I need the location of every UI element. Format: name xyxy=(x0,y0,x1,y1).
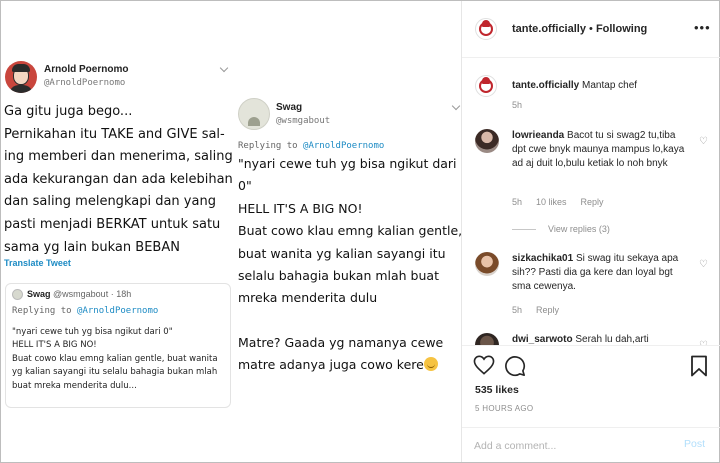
quote-text: "nyari cewe tuh yg bisa ngikut dari 0" H… xyxy=(12,327,218,391)
ellipsis-icon[interactable]: ••• xyxy=(694,21,710,36)
tweet-avatar xyxy=(238,98,270,130)
account-avatar[interactable] xyxy=(475,18,497,40)
account-username[interactable]: tante.officially xyxy=(512,23,586,35)
post-image: Arnold Poernomo @ArnoldPoernomo Ga gitu … xyxy=(1,1,461,462)
account-avatar[interactable] xyxy=(475,75,497,97)
avatar[interactable] xyxy=(475,252,499,276)
quote-replying-to: Replying to @ArnoldPoernomo xyxy=(12,306,159,316)
heart-icon[interactable] xyxy=(473,355,495,375)
tweet-author-name: Arnold Poernomo xyxy=(44,64,129,75)
chevron-down-icon xyxy=(219,63,229,73)
quoted-tweet: Swag @wsmgabout · 18h Replying to @Arnol… xyxy=(5,283,231,408)
view-replies-button[interactable]: View replies (3) xyxy=(512,224,610,234)
comment-username[interactable]: sizkachika01 xyxy=(512,253,573,264)
tweet-author-handle: @ArnoldPoernomo xyxy=(44,78,126,88)
comment-username[interactable]: lowrieanda xyxy=(512,130,564,141)
small-heart-icon[interactable]: ♡ xyxy=(699,137,709,147)
likes-count[interactable]: 535 likes xyxy=(475,384,519,396)
quote-header: Swag @wsmgabout · 18h xyxy=(27,289,132,299)
following-button[interactable]: Following xyxy=(596,23,647,35)
post-date: 5 HOURS AGO xyxy=(475,404,534,413)
speech-bubble-icon[interactable] xyxy=(504,355,526,377)
chevron-down-icon xyxy=(451,101,461,111)
add-comment-bar: Post xyxy=(462,427,720,462)
header-title: tante.officially • Following xyxy=(512,23,648,35)
smiling-emoji-icon xyxy=(423,357,438,372)
comment-username[interactable]: tante.officially xyxy=(512,80,579,91)
comment-meta: 5h 10 likes Reply xyxy=(512,197,604,207)
reply-button[interactable]: Reply xyxy=(581,197,604,207)
tweet-avatar xyxy=(5,61,37,93)
comment-likes[interactable]: 10 likes xyxy=(536,197,567,207)
tweet-text: Ga gitu juga bego... Pernikahan itu TAKE… xyxy=(4,104,233,255)
comment-input[interactable] xyxy=(474,436,664,456)
tweet-author-handle: @wsmgabout xyxy=(276,116,331,126)
quote-avatar xyxy=(12,289,23,300)
avatar[interactable] xyxy=(475,333,499,345)
bookmark-icon[interactable] xyxy=(690,355,708,377)
tweet-text: "nyari cewe tuh yg bisa ngikut dari 0" HE… xyxy=(238,156,461,373)
post-header: tante.officially • Following ••• xyxy=(462,1,720,58)
comment-meta: 5h Reply xyxy=(512,305,560,315)
comment-username[interactable]: dwi_sarwoto xyxy=(512,334,573,345)
post-side-panel: tante.officially • Following ••• tante.o… xyxy=(461,1,720,462)
comments-list[interactable]: tante.officially Mantap chef 5h lowriean… xyxy=(462,59,720,345)
tweet-replying-to: Replying to @ArnoldPoernomo xyxy=(238,141,385,151)
tweet-author-name: Swag xyxy=(276,102,303,113)
small-heart-icon[interactable]: ♡ xyxy=(699,260,709,270)
comment-time: 5h xyxy=(512,100,523,110)
reply-button[interactable]: Reply xyxy=(536,305,559,315)
tweet-arnold: Arnold Poernomo @ArnoldPoernomo Ga gitu … xyxy=(1,53,235,408)
avatar[interactable] xyxy=(475,129,499,153)
post-actions: 535 likes 5 HOURS AGO xyxy=(462,345,720,427)
translate-tweet-link: Translate Tweet xyxy=(4,258,71,268)
tweet-swag: Swag @wsmgabout Replying to @ArnoldPoern… xyxy=(235,93,461,383)
post-button[interactable]: Post xyxy=(684,438,705,450)
